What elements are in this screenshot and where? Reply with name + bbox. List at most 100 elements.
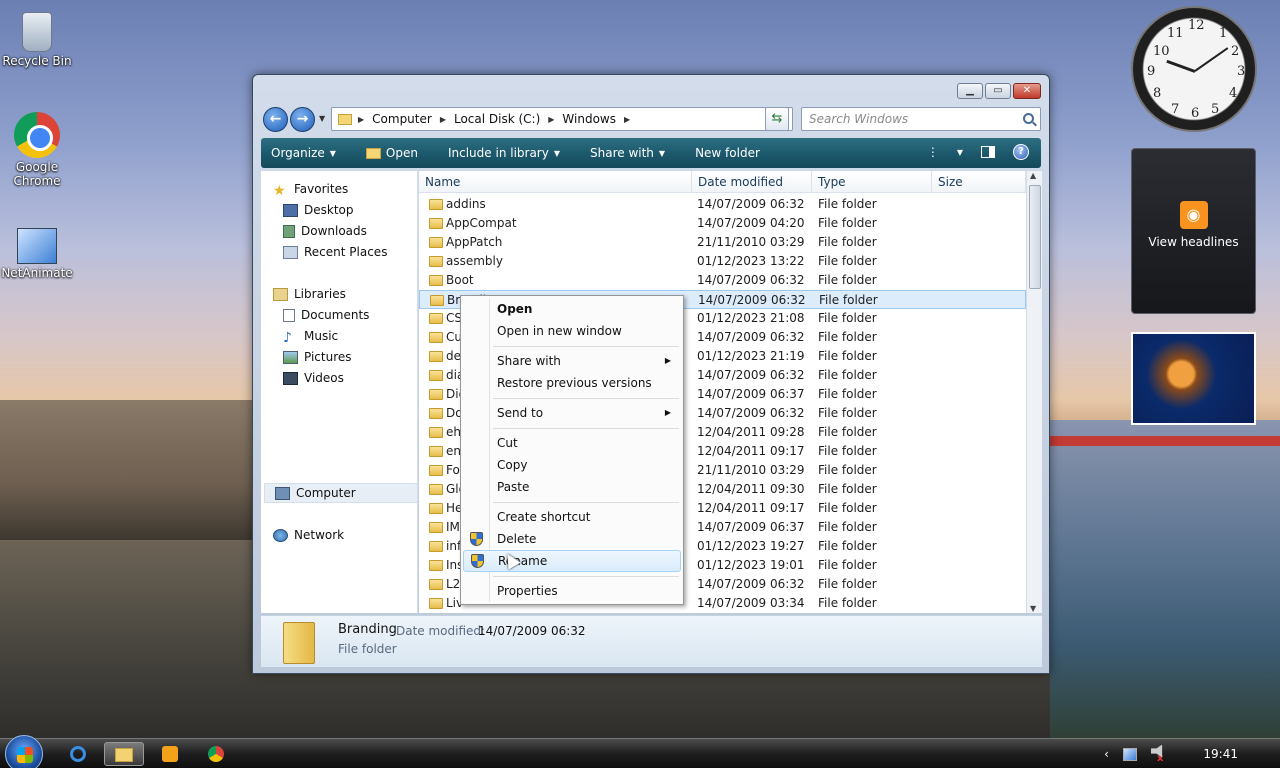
minimize-button[interactable]: ▁ xyxy=(957,83,983,99)
new-folder-label: New folder xyxy=(695,146,760,160)
column-header-date[interactable]: Date modified xyxy=(692,171,812,193)
media-player-icon xyxy=(162,746,178,762)
nav-videos[interactable]: Videos xyxy=(283,368,440,388)
open-label: Open xyxy=(385,146,418,160)
slideshow-gadget[interactable] xyxy=(1131,332,1256,425)
file-type: File folder xyxy=(818,349,877,363)
file-list-scrollbar[interactable]: ▲ ▼ xyxy=(1026,171,1042,613)
file-type: File folder xyxy=(818,577,877,591)
nav-documents[interactable]: Documents xyxy=(283,305,440,325)
desktop-icon-netanimate[interactable]: NetAnimate xyxy=(0,222,74,280)
breadcrumb-computer[interactable]: Computer xyxy=(372,112,432,126)
file-type: File folder xyxy=(818,368,877,382)
videos-icon xyxy=(283,371,298,385)
nav-label: Desktop xyxy=(304,203,354,217)
nav-favorites[interactable]: ★ Favorites xyxy=(273,179,430,199)
file-row[interactable]: assembly 01/12/2023 13:22 File folder xyxy=(419,252,1026,271)
views-dropdown-icon[interactable]: ▼ xyxy=(957,148,963,157)
file-date: 14/07/2009 03:34 xyxy=(697,596,805,610)
recent-pages-dropdown[interactable]: ▼ xyxy=(319,114,325,123)
folder-icon xyxy=(429,389,443,400)
clock-gadget[interactable]: 12 1 2 3 4 5 6 7 8 9 10 11 xyxy=(1131,6,1257,132)
menu-item-send-to[interactable]: Send to ▶ xyxy=(463,402,681,424)
taskbar-media-player[interactable] xyxy=(150,742,190,766)
scroll-down-icon[interactable]: ▼ xyxy=(1030,604,1036,613)
file-date: 14/07/2009 06:32 xyxy=(697,197,805,211)
maximize-button[interactable]: ▭ xyxy=(985,83,1011,99)
taskbar-clock[interactable]: 19:41 xyxy=(1203,747,1238,761)
file-type: File folder xyxy=(818,596,877,610)
feed-headlines-gadget[interactable]: ◉ View headlines xyxy=(1131,148,1256,314)
file-name: AppPatch xyxy=(446,235,503,249)
desktop-icon-recycle-bin[interactable]: Recycle Bin xyxy=(0,8,74,68)
close-button[interactable]: ✕ xyxy=(1013,83,1041,99)
clock-number: 2 xyxy=(1231,44,1240,59)
open-button[interactable]: Open xyxy=(365,146,418,160)
search-icon[interactable] xyxy=(1023,113,1034,124)
organize-button[interactable]: Organize ▼ xyxy=(271,146,336,160)
nav-pictures[interactable]: Pictures xyxy=(283,347,440,367)
menu-item-cut[interactable]: Cut xyxy=(463,432,681,454)
folder-icon xyxy=(429,484,443,495)
refresh-button[interactable]: ⇆ xyxy=(765,107,789,131)
menu-item-properties[interactable]: Properties xyxy=(463,580,681,602)
nav-network[interactable]: Network xyxy=(273,525,430,545)
menu-item-copy[interactable]: Copy xyxy=(463,454,681,476)
menu-item-paste[interactable]: Paste xyxy=(463,476,681,498)
breadcrumb-windows[interactable]: Windows xyxy=(562,112,616,126)
nav-recent-places[interactable]: Recent Places xyxy=(283,242,440,262)
menu-item-open[interactable]: Open xyxy=(463,298,681,320)
nav-label: Music xyxy=(304,329,339,343)
menu-item-create-shortcut[interactable]: Create shortcut xyxy=(463,506,681,528)
taskbar: ‹ x 19:41 xyxy=(0,735,1280,768)
file-row[interactable]: AppCompat 14/07/2009 04:20 File folder xyxy=(419,214,1026,233)
desktop-icon-label: Recycle Bin xyxy=(2,54,72,68)
nav-music[interactable]: ♪ Music xyxy=(283,326,440,346)
column-header-type[interactable]: Type xyxy=(812,171,932,193)
menu-item-delete[interactable]: Delete xyxy=(463,528,681,550)
menu-item-rename[interactable]: Rename xyxy=(463,550,681,572)
taskbar-google-chrome[interactable] xyxy=(196,742,236,766)
menu-item-share-with[interactable]: Share with ▶ xyxy=(463,350,681,372)
share-with-button[interactable]: Share with ▼ xyxy=(590,146,665,160)
column-label: Date modified xyxy=(698,175,784,189)
start-button[interactable] xyxy=(5,735,43,768)
new-folder-button[interactable]: New folder xyxy=(695,146,760,160)
nav-computer[interactable]: Computer xyxy=(264,483,418,503)
nav-desktop[interactable]: Desktop xyxy=(283,200,440,220)
include-in-library-button[interactable]: Include in library ▼ xyxy=(448,146,560,160)
back-button[interactable]: ← xyxy=(263,107,288,132)
menu-label: Delete xyxy=(497,532,537,546)
address-bar[interactable]: ▶Computer ▶Local Disk (C:) ▶Windows▶ ▼ xyxy=(331,107,793,131)
menu-item-restore-previous-versions[interactable]: Restore previous versions xyxy=(463,372,681,394)
file-row[interactable]: addins 14/07/2009 06:32 File folder xyxy=(419,195,1026,214)
help-icon[interactable]: ? xyxy=(1013,144,1029,160)
views-icon[interactable]: ⋮ xyxy=(927,145,939,159)
folder-icon xyxy=(429,541,443,552)
file-name: eh xyxy=(446,425,461,439)
taskbar-internet-explorer[interactable] xyxy=(58,742,98,766)
file-date: 01/12/2023 21:19 xyxy=(697,349,805,363)
chevron-down-icon: ▼ xyxy=(553,148,560,158)
network-status-icon[interactable] xyxy=(1122,747,1137,761)
file-row[interactable]: AppPatch 21/11/2010 03:29 File folder xyxy=(419,233,1026,252)
column-header-size[interactable]: Size xyxy=(932,171,1026,193)
show-hidden-icons-icon[interactable]: ‹ xyxy=(1104,747,1109,761)
sort-ascending-icon: ^ xyxy=(553,171,560,176)
desktop-icon-google-chrome[interactable]: Google Chrome xyxy=(0,112,74,188)
search-input[interactable]: Search Windows xyxy=(801,107,1041,131)
file-row[interactable]: Boot 14/07/2009 06:32 File folder xyxy=(419,271,1026,290)
taskbar-windows-explorer[interactable] xyxy=(104,742,144,766)
file-date: 14/07/2009 06:32 xyxy=(697,368,805,382)
nav-libraries[interactable]: Libraries xyxy=(273,284,430,304)
nav-downloads[interactable]: Downloads xyxy=(283,221,440,241)
scrollbar-thumb[interactable] xyxy=(1029,185,1041,289)
forward-button[interactable]: → xyxy=(290,107,315,132)
preview-pane-icon[interactable] xyxy=(981,146,995,158)
file-type: File folder xyxy=(818,387,877,401)
scroll-up-icon[interactable]: ▲ xyxy=(1030,171,1036,180)
volume-muted-icon[interactable]: x xyxy=(1150,744,1163,764)
menu-item-open-new-window[interactable]: Open in new window xyxy=(463,320,681,342)
nav-label: Network xyxy=(294,528,345,542)
breadcrumb-local-disk[interactable]: Local Disk (C:) xyxy=(454,112,540,126)
